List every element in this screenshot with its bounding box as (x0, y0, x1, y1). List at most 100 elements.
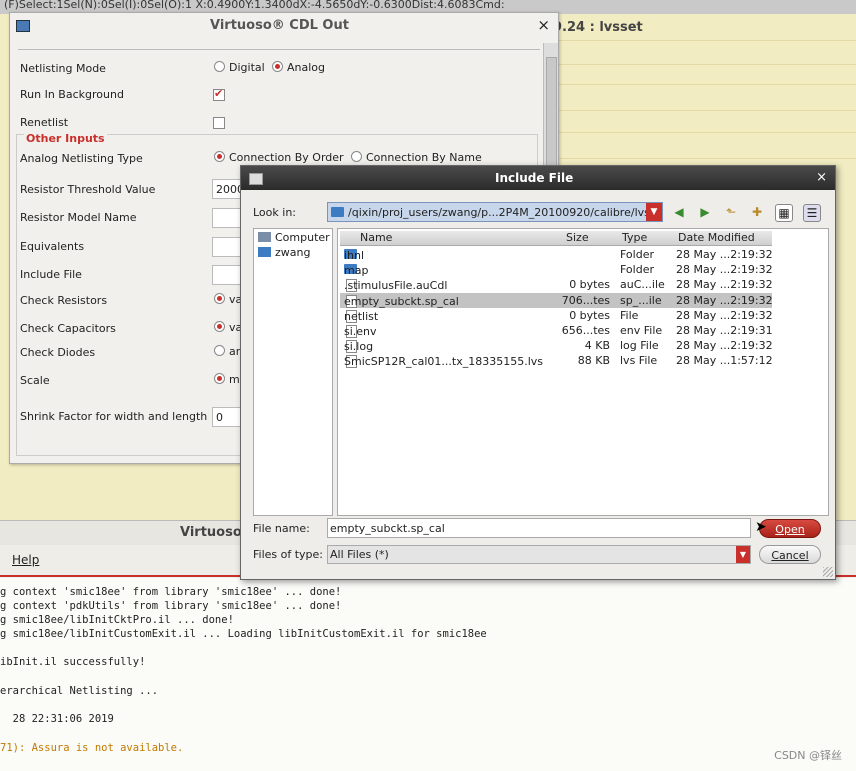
file-size: 706...tes (561, 293, 610, 307)
file-size: 0 bytes (569, 278, 610, 292)
parent-folder-icon[interactable]: ⬑ (723, 204, 739, 220)
mouse-cursor-icon: ➤ (755, 519, 767, 535)
file-name-input[interactable]: empty_subckt.sp_cal (327, 518, 751, 538)
file-row[interactable]: si.env 656...tes env File 28 May ...2:19:31 (340, 323, 773, 338)
resize-grip-icon[interactable] (823, 567, 833, 577)
radio-selected-icon (214, 293, 225, 304)
file-row[interactable]: empty_subckt.sp_cal 706...tes sp_...ile 28 … (340, 292, 773, 308)
forward-icon[interactable]: ▶ (697, 204, 713, 220)
radio-selected-icon (214, 373, 225, 384)
radio-icon (214, 345, 225, 356)
window-icon (249, 173, 263, 185)
check-capacitors-label: Check Capacitors (20, 322, 116, 335)
cancel-button[interactable]: Cancel (759, 545, 821, 564)
menu-help[interactable]: Help (12, 553, 39, 567)
chevron-down-icon[interactable]: ▼ (736, 546, 750, 563)
window-icon (16, 20, 30, 32)
file-row[interactable]: ihnl Folder 28 May ...2:19:32 (340, 247, 773, 262)
file-type: log File (620, 339, 659, 353)
file-size: 88 KB (577, 354, 610, 368)
file-date: 28 May ...2:19:32 (676, 293, 773, 307)
include-file-label: Include File (20, 268, 82, 281)
cdl-title-bar[interactable]: Virtuoso® CDL Out × (10, 13, 558, 39)
folder-icon (331, 207, 344, 217)
file-list-header: Name Size Type Date Modified (340, 231, 772, 246)
mode-analog-radio[interactable]: Analog (272, 61, 325, 74)
check-resistors-label: Check Resistors (20, 294, 108, 307)
look-in-combo[interactable]: /qixin/proj_users/zwang/p...2P4M_2010092… (327, 202, 663, 222)
include-title: Include File (495, 171, 574, 185)
status-text: (F)Select:1Sel(N):0Sel(I):0Sel(O):1 X:0.… (4, 0, 505, 11)
look-in-path: /qixin/proj_users/zwang/p...2P4M_2010092… (348, 206, 650, 219)
place-zwang[interactable]: zwang (258, 246, 310, 259)
file-date: 28 May ...2:19:31 (676, 324, 773, 337)
file-type: sp_...ile (620, 293, 662, 307)
file-row[interactable]: SmicSP12R_cal01...tx_18335155.lvs 88 KB lv… (340, 353, 773, 369)
open-button[interactable]: Open (759, 519, 821, 538)
console-line: erarchical Netlisting ... (0, 685, 159, 697)
console-line: 28 22:31:06 2019 (0, 713, 114, 725)
file-row[interactable]: netlist 0 bytes File 28 May ...2:19:32 (340, 308, 773, 323)
col-size[interactable]: Size (566, 231, 589, 244)
mode-digital-radio[interactable]: Digital (214, 61, 265, 74)
col-name[interactable]: Name (360, 231, 392, 244)
radio-selected-icon (272, 61, 283, 72)
connection-by-order-radio[interactable]: Connection By Order (214, 151, 344, 164)
col-date[interactable]: Date Modified (678, 231, 755, 244)
scale-radio[interactable]: m (214, 373, 240, 386)
file-date: 28 May ...1:57:12 (676, 354, 773, 368)
console-output: g context 'smic18ee' from library 'smic1… (0, 578, 856, 771)
watermark: CSDN @铎丝 (774, 749, 842, 762)
check-resistors-radio[interactable]: va (214, 293, 242, 306)
close-icon[interactable]: × (816, 170, 827, 185)
renetlist-label: Renetlist (20, 116, 69, 129)
file-date: 28 May ...2:19:32 (676, 308, 773, 322)
place-computer[interactable]: Computer (258, 231, 330, 244)
file-date: 28 May ...2:19:32 (676, 278, 773, 292)
col-type[interactable]: Type (622, 231, 647, 244)
virtuoso-title-text: Virtuoso (180, 525, 242, 540)
file-type: env File (620, 324, 663, 337)
resistor-model-label: Resistor Model Name (20, 211, 137, 224)
file-size: 0 bytes (569, 308, 610, 322)
file-row[interactable]: map Folder 28 May ...2:19:32 (340, 262, 773, 277)
file-type: auC...ile (620, 278, 665, 292)
file-type: Folder (620, 263, 654, 277)
file-type: lvs File (620, 354, 658, 368)
computer-icon (258, 232, 271, 242)
files-of-type-label: Files of type: (253, 548, 324, 561)
radio-selected-icon (214, 151, 225, 162)
radio-icon (351, 151, 362, 162)
check-capacitors-radio[interactable]: va (214, 321, 242, 334)
list-view-icon[interactable]: ▦ (775, 204, 793, 222)
analog-netlisting-type-label: Analog Netlisting Type (20, 152, 143, 165)
check-diodes-label: Check Diodes (20, 346, 96, 359)
check-diodes-radio[interactable]: ar (214, 345, 240, 358)
shrink-factor-label: Shrink Factor for width and length (20, 410, 208, 423)
run-in-background-checkbox[interactable] (213, 87, 225, 101)
other-inputs-legend: Other Inputs (24, 132, 107, 145)
detail-view-icon[interactable]: ☰ (803, 204, 821, 222)
console-line-warning: 71): Assura is not available. (0, 742, 184, 754)
file-size: 4 KB (584, 339, 610, 353)
file-size: 656...tes (561, 324, 610, 337)
files-of-type-select[interactable]: All Files (*) ▼ (327, 545, 751, 564)
file-list: Name Size Type Date Modified ihnl Folder 2… (337, 228, 829, 516)
file-date: 28 May ...2:19:32 (676, 248, 773, 261)
file-row[interactable]: si.log 4 KB log File 28 May ...2:19:32 (340, 338, 773, 354)
include-title-bar[interactable]: Include File × (241, 166, 835, 190)
run-in-background-label: Run In Background (20, 88, 124, 101)
close-icon[interactable]: × (537, 16, 550, 34)
file-row[interactable]: .stimulusFile.auCdl 0 bytes auC...ile 28 Ma… (340, 277, 773, 293)
scale-label: Scale (20, 374, 50, 387)
renetlist-checkbox[interactable] (213, 117, 225, 129)
resistor-threshold-label: Resistor Threshold Value (20, 183, 156, 196)
folder-icon (258, 247, 271, 257)
new-folder-icon[interactable]: ✚ (749, 204, 765, 220)
connection-by-name-radio[interactable]: Connection By Name (351, 151, 482, 164)
cdl-title: Virtuoso® CDL Out (210, 18, 349, 33)
chevron-down-icon[interactable]: ▼ (646, 203, 662, 221)
radio-icon (214, 61, 225, 72)
file-date: 28 May ...2:19:32 (676, 263, 773, 277)
back-icon[interactable]: ◀ (671, 204, 687, 220)
